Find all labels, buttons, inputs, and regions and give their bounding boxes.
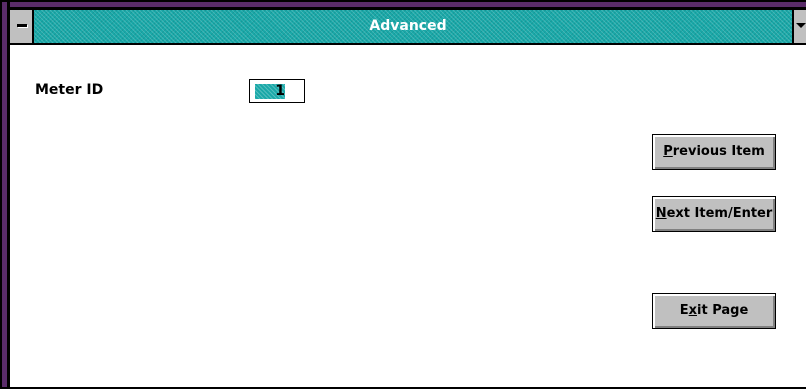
window-frame-top: [0, 0, 806, 10]
window-frame-left: [0, 0, 10, 389]
minimize-arrow-icon: [796, 23, 806, 28]
system-menu-icon: [17, 24, 27, 27]
exit-page-label-end: it Page: [697, 303, 749, 318]
next-item-label: ext Item/Enter: [666, 206, 773, 221]
system-menu-button[interactable]: [10, 10, 34, 43]
meter-id-value: 1: [275, 83, 285, 99]
previous-item-button[interactable]: Previous Item: [652, 134, 776, 170]
minimize-button[interactable]: [792, 10, 806, 43]
exit-page-button[interactable]: Exit Page: [652, 293, 776, 329]
previous-item-label: revious Item: [672, 144, 765, 159]
previous-item-mnemonic: P: [663, 144, 673, 159]
exit-page-label-start: E: [679, 303, 689, 318]
meter-id-input[interactable]: 1: [249, 79, 305, 103]
meter-id-label: Meter ID: [35, 82, 104, 98]
window-title: Advanced: [369, 18, 447, 34]
exit-page-mnemonic: x: [688, 303, 697, 318]
next-item-mnemonic: N: [655, 206, 667, 221]
advanced-window: Advanced Meter ID 1 Previous Item Next I…: [0, 0, 806, 389]
next-item-button[interactable]: Next Item/Enter: [652, 196, 776, 232]
